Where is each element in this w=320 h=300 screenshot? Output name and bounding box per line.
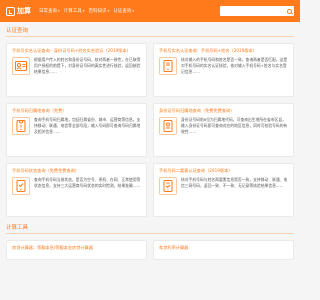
nav-label: 百科知识 (88, 9, 107, 14)
nav-item-verify[interactable]: 认证查询 ▾ (113, 8, 134, 14)
card-title[interactable]: 手机号码状态查询（免费免费查询） (12, 168, 141, 174)
nav-label: 计算工具 (63, 9, 82, 14)
logo-text: 加算 (17, 7, 31, 15)
logo-icon (6, 6, 15, 16)
nav-label: 日常查询 (39, 9, 57, 14)
main-nav: 日常查询 ▾ 计算工具 ▾ 百科知识 ▾ 认证查询 ▾ (39, 8, 220, 14)
chevron-down-icon: ▾ (132, 9, 135, 13)
search-input[interactable] (220, 6, 294, 16)
section-title-verify: 认证查询 (6, 26, 294, 37)
service-card[interactable]: 手机号码状态查询（免费免费查询） 查询手机号码当前状态，是否为空号、停机、在网、… (6, 163, 147, 217)
service-card[interactable]: 手机号码二要素认证查询（2019版本） 核对手机号码与姓名两要素信息是否一致，支… (153, 163, 294, 217)
card-description: 身份证号码前6位为归属地代码，可查询出生地所在省市区县，输入身份证号码即可查询对… (181, 117, 288, 134)
id-location-icon (159, 117, 177, 135)
service-card[interactable]: 手机号实名认证查询 - 身份证号码+姓名实名验证（2019版本） 根据用户传入的… (6, 43, 147, 97)
card-grid: 手机号实名认证查询 - 身份证号码+姓名实名验证（2019版本） 根据用户传入的… (6, 43, 294, 217)
service-card[interactable]: 手机号码归属地查询（免费） 查询手机号码归属地，包括归属省份、城市、运营商等信息… (6, 103, 147, 157)
location-phone-icon (12, 117, 30, 135)
id-card-icon (12, 57, 30, 75)
tools-grid: 房贷计算器：等额本息/等额本金房贷计算器 车贷利率计算器 (6, 240, 294, 260)
card-title[interactable]: 手机号码归属地查询（免费） (12, 108, 141, 114)
card-description: 核对手机号码与姓名两要素信息是否一致，支持移动、联通、电信三网号码，返回一致、不… (181, 177, 288, 188)
service-card[interactable]: 身份证号码归属地查询（免费免费查询） 身份证号码前6位为归属地代码，可查询出生地… (153, 103, 294, 157)
card-title[interactable]: 身份证号码归属地查询（免费免费查询） (159, 108, 288, 114)
top-nav-bar: 加算 日常查询 ▾ 计算工具 ▾ 百科知识 ▾ 认证查询 ▾ (0, 0, 300, 22)
chevron-down-icon: ▾ (82, 9, 85, 13)
phone-verify-icon (159, 177, 177, 195)
card-description: 查询手机号码归属地，包括归属省份、城市、运营商等信息。支持移动、联通、电信等全部… (34, 117, 141, 134)
card-description: 根据用户传入的姓名和身份证号码，核对两者一致性，在已取得用户授权的前提下，对身份… (34, 57, 141, 74)
card-description: 核对输入的手机号码和姓名是否一致，查询两者是否匹配。这是对手机号码的实名认证核验… (181, 57, 288, 74)
tool-card[interactable]: 房贷计算器：等额本息/等额本金房贷计算器 (6, 240, 147, 260)
service-card[interactable]: 手机号实名认证查询：手机号码+姓名（2019版本） 核对输入的手机号码和姓名是否… (153, 43, 294, 97)
tool-card[interactable]: 车贷利率计算器 (153, 240, 294, 260)
nav-item-tools[interactable]: 计算工具 ▾ (64, 8, 85, 14)
site-logo[interactable]: 加算 (6, 6, 31, 16)
chevron-down-icon: ▾ (58, 9, 60, 13)
phone-status-icon (12, 177, 30, 195)
chevron-down-icon: ▾ (107, 9, 110, 13)
search-icon[interactable] (287, 8, 292, 14)
card-description: 查询手机号码当前状态，是否为空号、停机、在网、正常使用等状态信息，支持三大运营商… (34, 177, 141, 188)
card-title[interactable]: 车贷利率计算器 (159, 245, 288, 251)
card-title[interactable]: 手机号实名认证查询 - 身份证号码+姓名实名验证（2019版本） (12, 48, 141, 54)
nav-item-wiki[interactable]: 百科知识 ▾ (89, 8, 110, 14)
card-title[interactable]: 手机号实名认证查询：手机号码+姓名（2019版本） (159, 48, 288, 54)
phone-card-icon (159, 57, 177, 75)
card-title[interactable]: 房贷计算器：等额本息/等额本金房贷计算器 (12, 245, 141, 251)
nav-item-daily[interactable]: 日常查询 ▾ (39, 8, 60, 14)
nav-label: 认证查询 (113, 9, 132, 14)
section-title-tools: 计算工具 (6, 223, 294, 234)
card-title[interactable]: 手机号码二要素认证查询（2019版本） (159, 168, 288, 174)
